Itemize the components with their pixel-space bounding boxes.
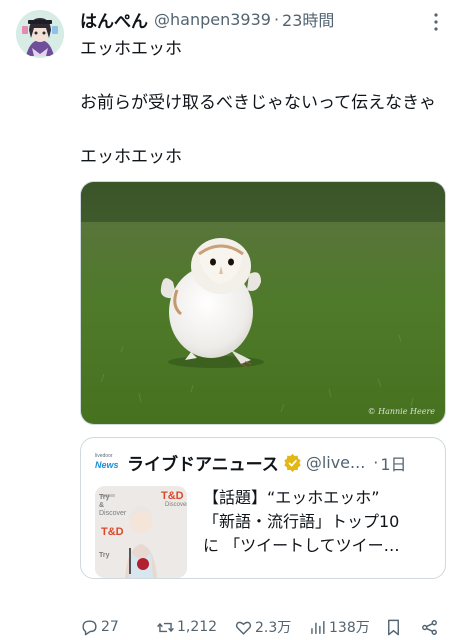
share-button[interactable]	[420, 618, 441, 637]
separator: ·	[273, 9, 280, 29]
more-options-button[interactable]	[424, 10, 448, 34]
user-handle[interactable]: @hanpen3939	[154, 10, 271, 29]
quote-timestamp[interactable]: 1日	[380, 451, 406, 475]
timestamp[interactable]: 23時間	[282, 7, 334, 31]
thumb-brand-discover: Discover	[99, 510, 127, 517]
quoted-tweet-card[interactable]: livedoor News ライブドアニュース @live... · 1日 Tr…	[80, 437, 446, 579]
quote-text-line-3: に 「ツイートしてツイー…	[203, 536, 400, 555]
bookmark-icon	[388, 619, 399, 635]
retweet-count: 1,212	[177, 619, 218, 635]
bookmark-button[interactable]	[384, 618, 405, 637]
quote-text: 【話題】“エッホエッホ” 「新語・流行語」トップ10 に 「ツイートしてツイー…	[203, 486, 435, 558]
thumb-brand-amp: &	[99, 502, 105, 509]
quote-handle[interactable]: @live...	[306, 453, 365, 472]
tweet-header: はんぺん @hanpen3939 · 23時間	[80, 6, 448, 32]
tweet-action-bar: 27 1,212 2.3万 138万	[80, 614, 446, 640]
display-name[interactable]: はんぺん	[80, 7, 148, 32]
quote-logo-top: livedoor	[95, 452, 113, 459]
like-count: 2.3万	[255, 620, 292, 636]
quote-text-line-2: 「新語・流行語」トップ10	[203, 512, 400, 531]
quote-text-line-1: 【話題】“エッホエッホ”	[203, 488, 380, 507]
reply-count: 27	[101, 619, 119, 635]
retweet-icon	[157, 622, 174, 632]
view-count: 138万	[329, 620, 370, 636]
reply-button[interactable]: 27	[80, 618, 119, 637]
quote-thumbnail[interactable]: Try & Discover T&D T&D Try Discover	[95, 486, 187, 578]
thumb-brand-discover-right: Discover	[165, 502, 187, 508]
quote-separator: ·	[373, 453, 379, 472]
views-button[interactable]: 138万	[308, 617, 370, 637]
thumb-brand-try: Try	[99, 494, 110, 501]
reply-icon	[82, 619, 97, 635]
retweet-button[interactable]: 1,212	[156, 618, 217, 637]
quote-header: livedoor News ライブドアニュース @live... · 1日	[95, 450, 435, 476]
anime-avatar-icon	[16, 10, 64, 58]
quote-display-name[interactable]: ライブドアニュース	[127, 450, 279, 475]
tweet-text: エッホエッホ お前らが受け取るべきじゃないって伝えなきゃ エッホエッホ	[80, 39, 437, 167]
tweet-media-photo[interactable]: © Hannie Heere	[80, 181, 446, 425]
owl-photo	[81, 182, 445, 424]
thumb-brand-td: T&D	[101, 526, 124, 538]
more-dots-icon	[434, 13, 438, 31]
share-icon	[422, 619, 437, 635]
quote-logo-main: News	[95, 459, 119, 470]
thumb-brand-td-right: T&D	[161, 490, 184, 502]
avatar[interactable]	[16, 10, 64, 58]
photo-watermark: © Hannie Heere	[367, 407, 435, 416]
like-button[interactable]: 2.3万	[234, 617, 291, 637]
views-icon	[311, 620, 325, 634]
quote-avatar[interactable]: livedoor News	[95, 452, 121, 474]
tweet-content: はんぺん @hanpen3939 · 23時間 エッホエッホ お前らが受け取るべ…	[80, 6, 448, 579]
verified-badge-icon	[284, 453, 301, 472]
thumb-brand-try-bottom: Try	[99, 552, 110, 559]
like-icon	[235, 621, 252, 635]
